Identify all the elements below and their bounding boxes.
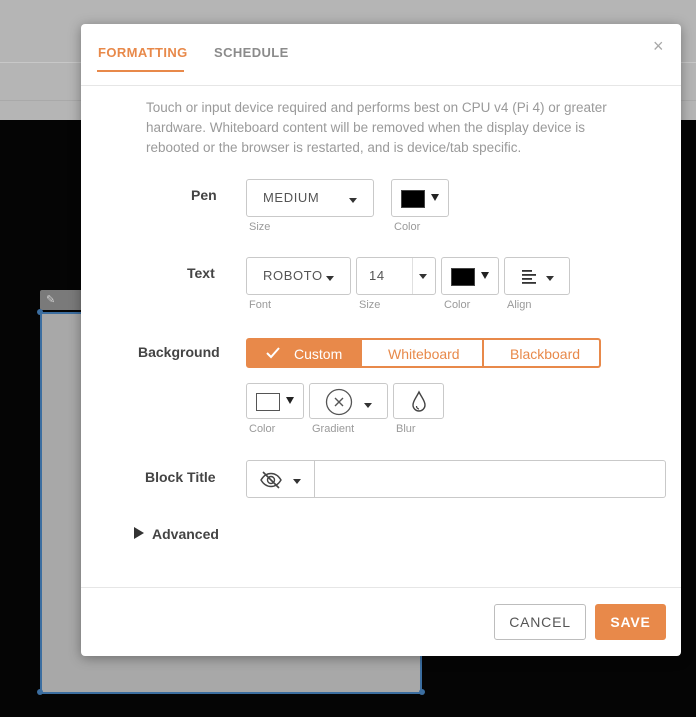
background-gradient-label: Gradient xyxy=(312,423,355,435)
text-align-select[interactable] xyxy=(504,257,570,295)
cancel-button[interactable]: CANCEL xyxy=(494,604,586,640)
background-option-whiteboard[interactable]: Whiteboard xyxy=(361,338,484,368)
caret-down-icon xyxy=(431,194,439,201)
background-option-label: Whiteboard xyxy=(388,346,460,362)
pen-color-picker[interactable] xyxy=(391,179,449,217)
modal-tabs: FORMATTING SCHEDULE × xyxy=(81,24,681,72)
close-icon[interactable]: × xyxy=(653,36,664,57)
device-notice: Touch or input device required and perfo… xyxy=(146,100,607,155)
pen-label: Pen xyxy=(191,187,217,203)
text-size-value: 14 xyxy=(369,268,385,283)
pen-color-swatch xyxy=(401,190,425,208)
pen-size-value: MEDIUM xyxy=(263,190,320,205)
background-color-label: Color xyxy=(249,423,276,435)
backdrop-block-chip: ✎ xyxy=(40,290,84,310)
tabs-divider xyxy=(81,85,681,86)
chevron-down-icon xyxy=(364,403,372,408)
caret-down-icon xyxy=(286,397,294,404)
background-gradient-select[interactable] xyxy=(309,383,388,419)
droplet-icon xyxy=(412,390,426,412)
check-icon xyxy=(266,347,280,359)
advanced-label: Advanced xyxy=(152,526,219,542)
chevron-down-icon xyxy=(349,198,357,203)
align-left-icon xyxy=(522,270,536,284)
text-color-picker[interactable] xyxy=(441,257,499,295)
pen-size-select[interactable]: MEDIUM xyxy=(246,179,374,217)
text-size-divider xyxy=(412,258,413,294)
text-align-label: Align xyxy=(507,299,532,311)
chevron-down-icon xyxy=(546,276,554,281)
background-option-blackboard[interactable]: Blackboard xyxy=(483,338,601,368)
background-blur-label: Blur xyxy=(396,423,416,435)
block-title-input[interactable] xyxy=(314,460,666,498)
background-blur-button[interactable] xyxy=(393,383,444,419)
background-color-swatch xyxy=(256,393,280,411)
eye-slash-icon xyxy=(260,471,282,489)
background-color-picker[interactable] xyxy=(246,383,304,419)
resize-handle xyxy=(37,309,43,315)
background-option-custom[interactable]: Custom xyxy=(246,338,363,368)
text-font-value: ROBOTO xyxy=(263,268,323,283)
text-font-select[interactable]: ROBOTO xyxy=(246,257,351,295)
background-option-label: Custom xyxy=(294,346,343,362)
background-option-label: Blackboard xyxy=(510,346,581,362)
text-label: Text xyxy=(187,265,215,281)
background-label: Background xyxy=(138,344,220,360)
caret-right-icon xyxy=(134,527,144,539)
resize-handle xyxy=(37,689,43,695)
caret-down-icon xyxy=(481,272,489,279)
footer-divider xyxy=(81,587,681,588)
text-size-label: Size xyxy=(359,299,381,311)
tab-schedule[interactable]: SCHEDULE xyxy=(214,45,289,60)
active-tab-indicator xyxy=(97,70,184,72)
chevron-down-icon xyxy=(326,276,334,281)
save-button[interactable]: SAVE xyxy=(595,604,666,640)
block-title-label: Block Title xyxy=(145,469,216,485)
resize-handle xyxy=(419,689,425,695)
no-gradient-icon xyxy=(325,388,353,416)
text-color-label: Color xyxy=(444,299,471,311)
pen-color-label: Color xyxy=(394,221,421,233)
chevron-down-icon xyxy=(293,479,301,484)
text-color-swatch xyxy=(451,268,475,286)
text-font-label: Font xyxy=(249,299,272,311)
pen-size-label: Size xyxy=(249,221,271,233)
chevron-down-icon xyxy=(419,274,427,279)
formatting-modal: FORMATTING SCHEDULE × Touch or input dev… xyxy=(81,24,681,656)
text-size-input[interactable]: 14 xyxy=(356,257,436,295)
tab-formatting[interactable]: FORMATTING xyxy=(98,45,188,60)
block-title-visibility-select[interactable] xyxy=(246,460,315,498)
